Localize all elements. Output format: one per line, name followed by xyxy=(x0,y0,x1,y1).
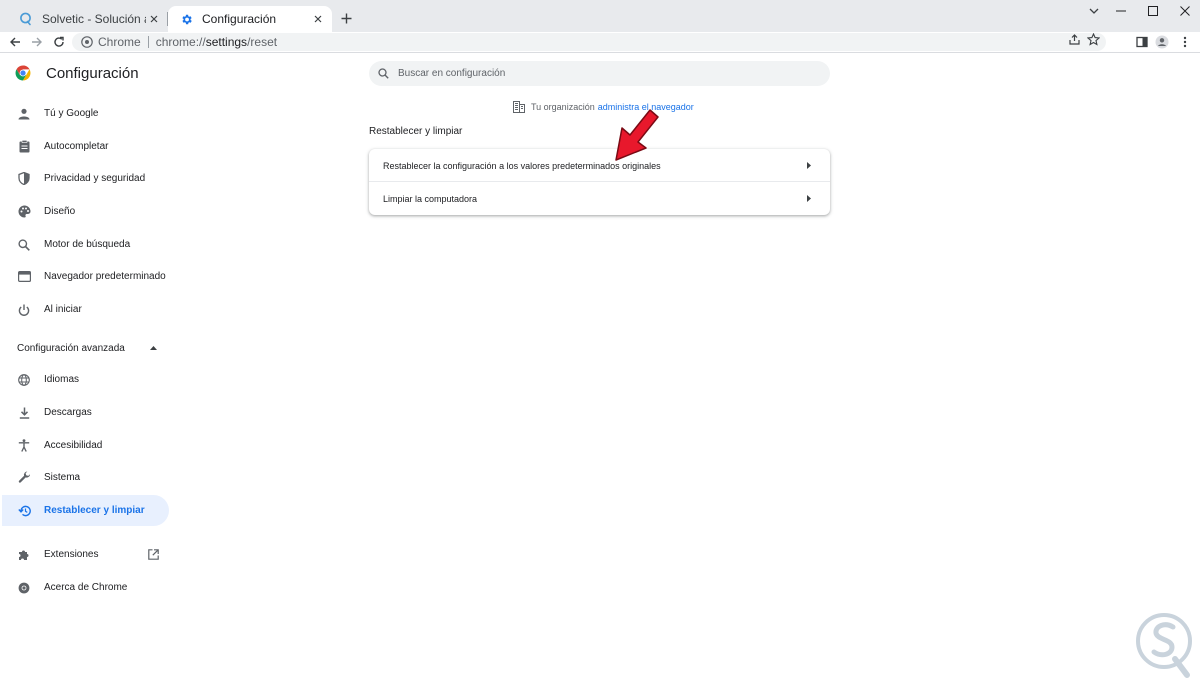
sidebar-item-label: Motor de búsqueda xyxy=(44,239,131,250)
sidebar-section-label: Configuración avanzada xyxy=(17,342,125,354)
site-chip-label: Chrome xyxy=(98,35,141,49)
sidebar-item-sistema[interactable]: Sistema xyxy=(2,462,169,493)
search-icon xyxy=(378,68,389,79)
chrome-icon xyxy=(80,35,94,49)
sidebar-item-label: Accesibilidad xyxy=(44,440,103,451)
building-icon xyxy=(512,101,525,114)
restore-icon xyxy=(17,504,31,518)
solvetic-favicon xyxy=(18,11,34,27)
accessibility-icon xyxy=(17,439,31,453)
settings-gear-icon xyxy=(178,11,194,27)
omnibox-actions xyxy=(1068,33,1100,46)
tab-title: Solvetic - Solución a los problem xyxy=(42,12,146,26)
sidebar-item-label: Descargas xyxy=(44,407,92,418)
sidebar-item-label: Autocompletar xyxy=(44,141,109,152)
page-title: Configuración xyxy=(46,64,139,82)
section-title: Restablecer y limpiar xyxy=(369,126,463,137)
sidebar-item-label: Privacidad y seguridad xyxy=(44,173,146,184)
sidebar-item-accesibilidad[interactable]: Accesibilidad xyxy=(2,430,169,461)
close-window-icon[interactable] xyxy=(1170,0,1200,22)
solvetic-watermark-logo-icon xyxy=(1135,612,1193,678)
cleanup-computer-row[interactable]: Limpiar la computadora xyxy=(369,182,830,215)
tab-strip: Solvetic - Solución a los problem Config… xyxy=(0,0,1200,32)
url-text: chrome://settings/reset xyxy=(155,35,278,49)
search-placeholder: Buscar en configuración xyxy=(398,68,506,79)
chrome-logo-icon xyxy=(14,64,32,82)
sidebar-item-al-iniciar[interactable]: Al iniciar xyxy=(2,294,169,325)
sidebar-item-autocompletar[interactable]: Autocompletar xyxy=(2,131,169,162)
sidebar-item-diseno[interactable]: Diseño xyxy=(2,196,169,227)
sidebar-item-label: Acerca de Chrome xyxy=(44,582,128,593)
side-panel-icon[interactable] xyxy=(1133,33,1151,51)
sidebar-item-descargas[interactable]: Descargas xyxy=(2,397,169,428)
sidebar-item-label: Restablecer y limpiar xyxy=(44,505,145,516)
sidebar-item-privacidad[interactable]: Privacidad y seguridad xyxy=(2,163,169,194)
sidebar-item-label: Diseño xyxy=(44,206,76,217)
tab-solvetic[interactable]: Solvetic - Solución a los problem xyxy=(8,6,168,32)
row-label: Limpiar la computadora xyxy=(383,193,478,204)
sidebar-item-label: Al iniciar xyxy=(44,304,82,315)
reset-to-defaults-row[interactable]: Restablecer la configuración a los valor… xyxy=(369,149,830,182)
red-pointer-arrow-icon xyxy=(606,106,660,164)
person-icon xyxy=(17,107,31,121)
sidebar-item-restablecer[interactable]: Restablecer y limpiar xyxy=(2,495,169,526)
clipboard-icon xyxy=(17,140,31,154)
tab-configuracion[interactable]: Configuración xyxy=(168,6,332,32)
download-icon xyxy=(17,406,31,420)
sidebar-item-motor-busqueda[interactable]: Motor de búsqueda xyxy=(2,229,169,260)
shield-icon xyxy=(17,172,31,186)
power-icon xyxy=(17,303,31,317)
back-arrow-icon[interactable] xyxy=(6,33,24,51)
managed-text: Tu organización xyxy=(531,102,595,112)
sidebar-item-label: Sistema xyxy=(44,472,81,483)
palette-icon xyxy=(17,205,31,219)
chrome-icon xyxy=(17,581,31,595)
reload-icon[interactable] xyxy=(50,33,68,51)
sidebar-item-label: Tú y Google xyxy=(44,108,99,119)
tab-title: Configuración xyxy=(202,12,277,26)
sidebar-item-extensiones[interactable]: Extensiones xyxy=(2,539,169,570)
search-icon xyxy=(17,238,31,252)
close-tab-icon[interactable] xyxy=(146,11,162,27)
reset-settings-card: Restablecer la configuración a los valor… xyxy=(369,149,830,215)
browser-icon xyxy=(17,270,31,284)
sidebar-item-label: Extensiones xyxy=(44,549,99,560)
address-bar[interactable]: Chrome chrome://settings/reset xyxy=(72,33,1106,51)
bookmark-star-icon[interactable] xyxy=(1087,33,1100,46)
managed-by-organization-notice: Tu organización administra el navegador xyxy=(512,100,694,114)
tab-search-chevron-icon[interactable] xyxy=(1086,3,1102,19)
more-menu-icon[interactable] xyxy=(1176,33,1194,51)
sidebar-item-acerca-de-chrome[interactable]: Acerca de Chrome xyxy=(2,572,169,603)
address-separator xyxy=(147,36,149,48)
arrow-right-icon xyxy=(805,194,813,202)
browser-toolbar: Chrome chrome://settings/reset xyxy=(0,32,1200,52)
sidebar-item-idiomas[interactable]: Idiomas xyxy=(2,364,169,395)
share-icon[interactable] xyxy=(1068,33,1081,46)
arrow-right-icon xyxy=(805,161,813,169)
profile-avatar-icon[interactable] xyxy=(1153,33,1171,51)
forward-arrow-icon[interactable] xyxy=(28,33,46,51)
maximize-icon[interactable] xyxy=(1138,0,1168,22)
wrench-icon xyxy=(17,471,31,485)
toolbar-divider xyxy=(0,52,1200,53)
sidebar-item-navegador-predeterminado[interactable]: Navegador predeterminado xyxy=(2,261,169,292)
globe-icon xyxy=(17,373,31,387)
minimize-icon[interactable] xyxy=(1106,0,1136,22)
sidebar-item-label: Navegador predeterminado xyxy=(44,271,166,282)
sidebar-item-tu-y-google[interactable]: Tú y Google xyxy=(2,98,169,129)
new-tab-button[interactable] xyxy=(337,9,355,27)
sidebar-item-label: Idiomas xyxy=(44,374,80,385)
puzzle-icon xyxy=(17,548,31,562)
settings-search-input[interactable]: Buscar en configuración xyxy=(369,61,830,86)
caret-up-icon xyxy=(149,344,157,352)
close-tab-icon[interactable] xyxy=(310,11,326,27)
open-in-new-icon xyxy=(146,547,160,561)
sidebar-advanced-toggle[interactable]: Configuración avanzada xyxy=(17,339,167,357)
settings-brand: Configuración xyxy=(14,64,139,82)
